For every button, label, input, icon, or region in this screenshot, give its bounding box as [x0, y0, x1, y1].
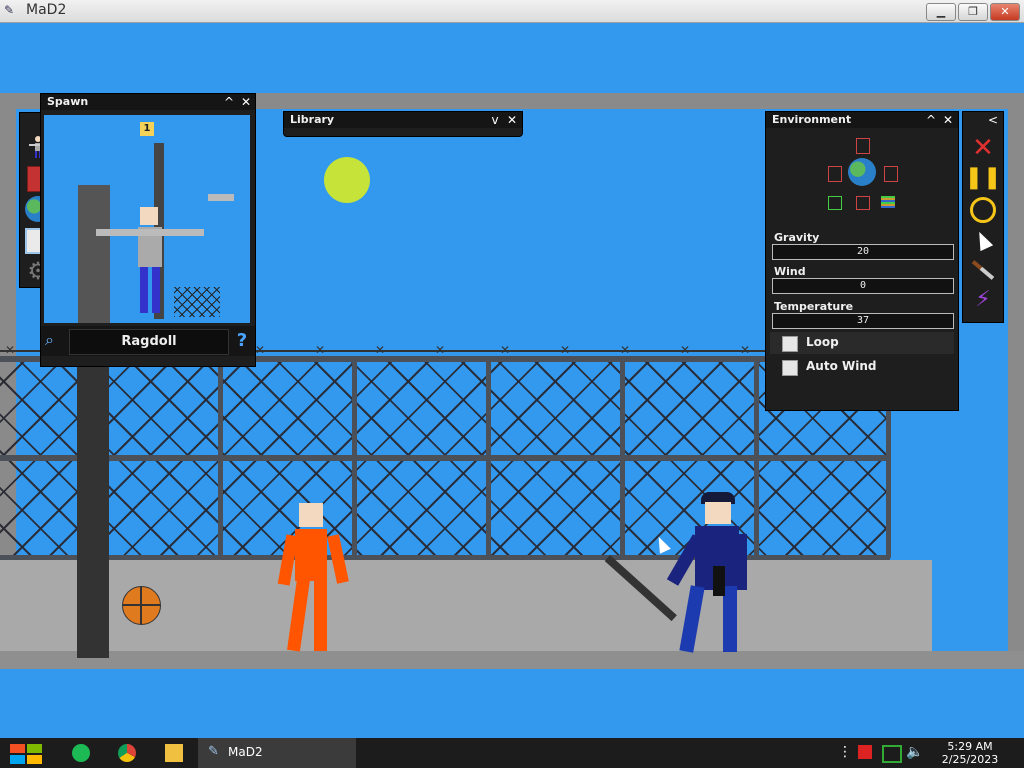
- app-icon: ✎: [4, 3, 15, 17]
- clock[interactable]: 5:29 AM 2/25/2023: [930, 740, 1010, 766]
- maximize-button[interactable]: ❐: [958, 3, 988, 21]
- spawn-item-label[interactable]: Ragdoll: [69, 329, 229, 355]
- sun-ball[interactable]: [324, 157, 370, 203]
- barb-icon: ✕: [680, 343, 691, 357]
- dir-right-button[interactable]: [884, 166, 898, 182]
- loop-checkbox[interactable]: [782, 336, 798, 352]
- library-collapse-button[interactable]: v: [487, 112, 503, 128]
- taskbar-app-label: MaD2: [228, 745, 263, 759]
- loop-row[interactable]: Loop: [770, 332, 954, 354]
- barb-icon: ✕: [5, 343, 16, 357]
- layers-icon[interactable]: [881, 196, 895, 208]
- lightning-icon[interactable]: ⚡: [969, 286, 997, 314]
- floor: [0, 651, 1024, 669]
- gravity-slider[interactable]: 20: [772, 244, 954, 260]
- clock-time: 5:29 AM: [947, 740, 993, 753]
- clock-date: 2/25/2023: [941, 753, 999, 766]
- environment-close-button[interactable]: ✕: [940, 112, 956, 128]
- fence-post: [352, 358, 357, 558]
- autowind-row[interactable]: Auto Wind: [770, 356, 954, 378]
- network-icon[interactable]: [882, 745, 902, 763]
- spotify-icon[interactable]: [72, 744, 90, 762]
- delete-icon[interactable]: ✕: [969, 134, 997, 162]
- fence-post: [620, 358, 625, 558]
- environment-collapse-button[interactable]: ^: [923, 112, 939, 128]
- stopwatch-icon[interactable]: [969, 196, 997, 224]
- spawn-panel: Spawn ^ ✕ 1 ⌕ Ragdoll ?: [40, 93, 256, 367]
- cursor-icon[interactable]: [969, 226, 997, 254]
- window-title: MaD2: [26, 2, 67, 18]
- environment-panel: Environment ^ ✕ Gravity 20 Wind 0 Temper…: [765, 111, 959, 411]
- basketball[interactable]: [122, 586, 161, 625]
- spawn-close-button[interactable]: ✕: [238, 94, 254, 110]
- help-icon[interactable]: ?: [233, 329, 251, 353]
- barb-icon: ✕: [740, 343, 751, 357]
- window-titlebar: ✎ MaD2 ▁ ❐ ✕: [0, 0, 1024, 23]
- gravity-label: Gravity: [774, 231, 820, 244]
- library-close-button[interactable]: ✕: [504, 112, 520, 128]
- dir-up-button[interactable]: [856, 138, 870, 154]
- volume-icon[interactable]: 🔈: [906, 744, 923, 760]
- spawn-preview[interactable]: 1: [44, 115, 250, 323]
- flag-icon[interactable]: [858, 745, 872, 759]
- police-ragdoll[interactable]: [665, 488, 755, 655]
- spawn-count-badge: 1: [140, 122, 154, 136]
- barb-icon: ✕: [375, 343, 386, 357]
- knife-icon[interactable]: [969, 256, 997, 284]
- minimize-button[interactable]: ▁: [926, 3, 956, 21]
- chrome-icon[interactable]: [118, 744, 136, 762]
- loop-label: Loop: [806, 335, 839, 349]
- temperature-label: Temperature: [774, 300, 854, 313]
- temperature-slider[interactable]: 37: [772, 313, 954, 329]
- dir-down-button[interactable]: [856, 196, 870, 210]
- more-icon[interactable]: ⋮: [838, 744, 852, 760]
- tools-panel: < ✕ ❚❚ ⚡: [962, 111, 1004, 323]
- wind-label: Wind: [774, 265, 806, 278]
- autowind-checkbox[interactable]: [782, 360, 798, 376]
- fence-post: [218, 358, 223, 558]
- taskbar: ✎ MaD2 ⋮ 🔈 5:29 AM 2/25/2023: [0, 738, 1024, 768]
- mad2-icon: ✎: [208, 744, 219, 759]
- library-panel: Library v ✕: [283, 111, 523, 137]
- taskbar-app-mad2[interactable]: ✎ MaD2: [198, 738, 356, 768]
- fence-post: [486, 358, 491, 558]
- barb-icon: ✕: [560, 343, 571, 357]
- autowind-label: Auto Wind: [806, 359, 877, 373]
- pause-icon[interactable]: ❚❚: [965, 164, 1002, 192]
- barb-icon: ✕: [255, 343, 266, 357]
- prisoner-ragdoll[interactable]: [277, 503, 352, 655]
- box-icon[interactable]: [828, 196, 842, 210]
- spawn-collapse-button[interactable]: ^: [221, 94, 237, 110]
- folder-icon[interactable]: [165, 744, 183, 762]
- barb-icon: ✕: [500, 343, 511, 357]
- globe-center-icon[interactable]: [848, 158, 876, 186]
- close-window-button[interactable]: ✕: [990, 3, 1020, 21]
- spawn-bottom-bar: ⌕ Ragdoll ?: [41, 326, 255, 356]
- barb-icon: ✕: [620, 343, 631, 357]
- right-wall: [1008, 93, 1024, 653]
- tools-toggle-button[interactable]: <: [985, 112, 1001, 128]
- start-button[interactable]: [10, 744, 44, 764]
- dir-left-button[interactable]: [828, 166, 842, 182]
- search-icon[interactable]: ⌕: [45, 331, 63, 349]
- barb-icon: ✕: [435, 343, 446, 357]
- barb-icon: ✕: [315, 343, 326, 357]
- wind-slider[interactable]: 0: [772, 278, 954, 294]
